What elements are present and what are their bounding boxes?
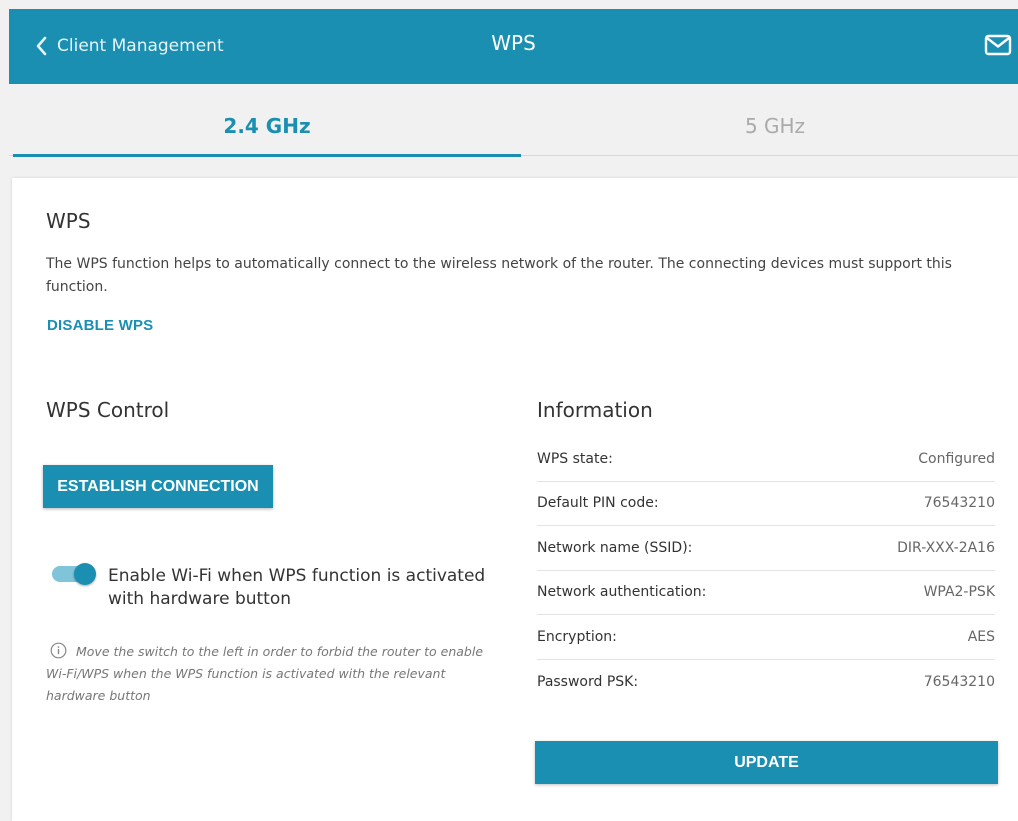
- info-row-wps-state: WPS state: Configured: [537, 437, 995, 482]
- update-button[interactable]: UPDATE: [535, 741, 998, 784]
- enable-wifi-toggle-label: Enable Wi-Fi when WPS function is activa…: [108, 566, 486, 609]
- info-key: Password PSK:: [537, 673, 639, 690]
- info-row-default-pin: Default PIN code: 76543210: [537, 482, 995, 526]
- enable-wifi-toggle[interactable]: [52, 563, 96, 585]
- wps-description: The WPS function helps to automatically …: [46, 256, 952, 295]
- info-key: WPS state:: [537, 450, 613, 467]
- information-table: WPS state: Configured Default PIN code: …: [537, 437, 995, 704]
- page-title: WPS: [491, 31, 536, 55]
- info-value: 76543210: [923, 495, 995, 512]
- info-row-encryption: Encryption: AES: [537, 615, 995, 660]
- info-key: Network authentication:: [537, 584, 707, 601]
- info-key: Encryption:: [537, 628, 617, 645]
- band-tabs: 2.4 GHz 5 GHz: [9, 86, 1018, 157]
- page-frame: Client Management WPS 2.4 GHz 5 GHz WPS …: [0, 0, 1018, 821]
- info-row-password-psk: Password PSK: 76543210: [537, 660, 995, 705]
- header-bar: Client Management WPS: [9, 9, 1018, 84]
- tab-2-4-ghz[interactable]: 2.4 GHz: [13, 86, 521, 157]
- toggle-hint-text: Move the switch to the left in order to …: [46, 644, 484, 703]
- info-key: Default PIN code:: [537, 495, 659, 512]
- info-value: Configured: [918, 450, 995, 467]
- establish-connection-button[interactable]: ESTABLISH CONNECTION: [43, 465, 273, 508]
- info-value: AES: [967, 628, 995, 645]
- disable-wps-button[interactable]: DISABLE WPS: [47, 317, 153, 334]
- info-value: WPA2-PSK: [923, 584, 995, 601]
- information-heading: Information: [537, 398, 653, 422]
- info-row-authentication: Network authentication: WPA2-PSK: [537, 571, 995, 615]
- info-row-ssid: Network name (SSID): DIR-XXX-2A16: [537, 526, 995, 571]
- info-value: 76543210: [923, 673, 995, 690]
- tab-5-ghz[interactable]: 5 GHz: [521, 86, 1018, 156]
- wps-control-heading: WPS Control: [46, 398, 170, 422]
- mail-icon[interactable]: [984, 34, 1012, 56]
- toggle-knob: [74, 563, 96, 585]
- content-panel: WPS The WPS function helps to automatica…: [12, 178, 1018, 821]
- info-key: Network name (SSID):: [537, 539, 693, 556]
- wps-heading: WPS: [46, 209, 91, 233]
- info-value: DIR-XXX-2A16: [897, 539, 995, 556]
